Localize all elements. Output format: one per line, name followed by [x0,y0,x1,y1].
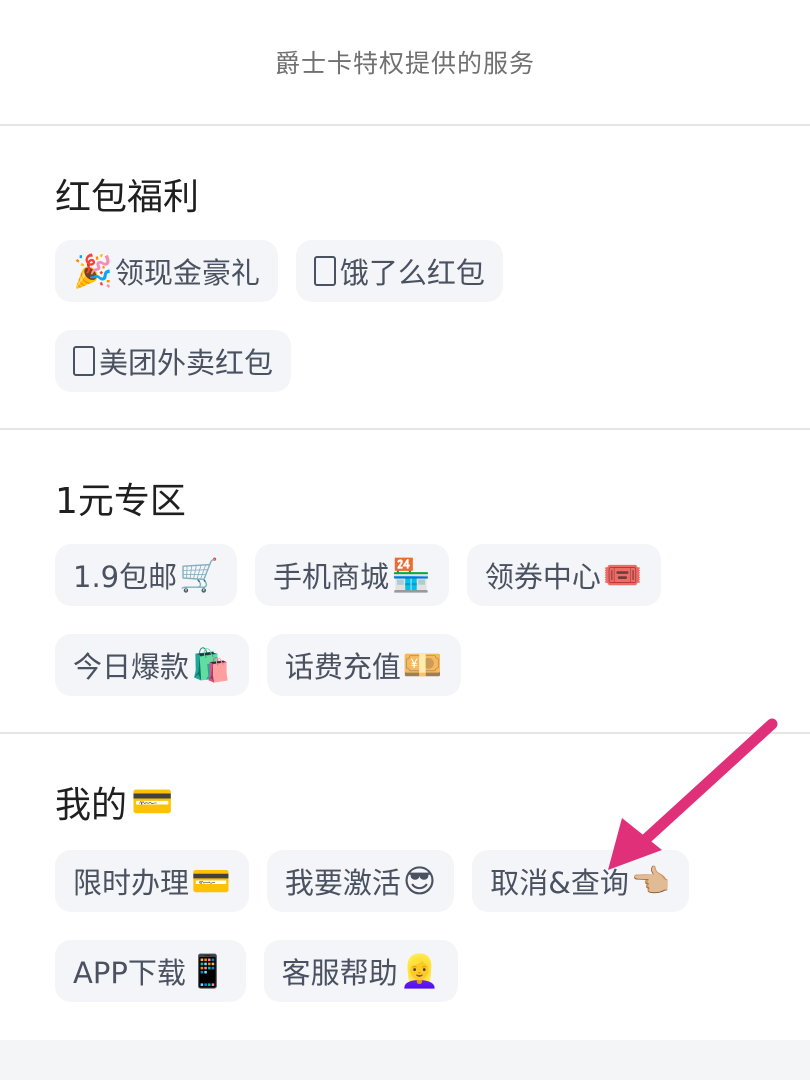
chip-group: 1.9包邮 🛒 手机商城 🏪 领券中心 🎟️ 今日爆款 🛍️ 话费充值 💴 [55,544,770,724]
section-title-mine: 我的 💳 [55,776,173,828]
chip-coupon-center[interactable]: 领券中心 🎟️ [466,544,661,606]
chip-label: APP下载 [73,956,186,990]
chip-meituan-red-packet[interactable]: 美团外卖红包 [55,330,292,392]
chip-label: 话费充值 [284,650,401,684]
chip-phone-mall[interactable]: 手机商城 🏪 [254,544,449,606]
section-title-red-packet: 红包福利 [55,168,199,220]
chip-free-shipping[interactable]: 1.9包邮 🛒 [55,544,237,606]
chip-phone-recharge[interactable]: 话费充值 💴 [266,634,461,696]
missing-glyph-icon [313,256,336,286]
chip-group: 🎉 领现金豪礼 饿了么红包 美团外卖红包 [55,240,770,420]
chip-label: 手机商城 [272,560,389,594]
section-red-packet: 红包福利 🎉 领现金豪礼 饿了么红包 美团外卖红包 [0,126,810,428]
chip-label: 领现金豪礼 [114,256,260,290]
chip-label: 限时办理 [73,866,190,900]
blonde-woman-icon: 👱‍♀️ [399,952,440,990]
yen-banknote-icon: 💴 [402,646,443,684]
header-title: 爵士卡特权提供的服务 [274,49,535,78]
convenience-store-icon: 🏪 [390,556,431,594]
chip-label: 美团外卖红包 [99,346,274,380]
section-title-text: 红包福利 [55,177,200,218]
section-title-text: 我的 [55,785,128,826]
mobile-phone-icon: 📱 [187,952,228,990]
party-popper-icon: 🎉 [73,252,113,290]
chip-activate[interactable]: 我要激活 😎 [266,850,455,912]
chip-label: 饿了么红包 [339,256,485,290]
annotation-arrow-icon [608,718,778,870]
credit-card-icon: 💳 [131,782,174,822]
shopping-cart-icon: 🛒 [179,556,219,594]
chip-customer-help[interactable]: 客服帮助 👱‍♀️ [263,940,458,1002]
section-one-yuan: 1元专区 1.9包邮 🛒 手机商城 🏪 领券中心 🎟️ 今日爆款 🛍️ 话费充值 [0,430,810,732]
chip-label: 1.9包邮 [73,560,178,594]
page-header: 爵士卡特权提供的服务 [0,0,810,124]
section-title-one-yuan: 1元专区 [55,472,186,524]
shopping-bags-icon: 🛍️ [191,646,231,684]
chip-hot-deals[interactable]: 今日爆款 🛍️ [55,634,249,696]
section-title-text: 1元专区 [55,481,186,522]
chip-cash-gift[interactable]: 🎉 领现金豪礼 [55,240,278,302]
sunglasses-face-icon: 😎 [402,862,437,900]
ticket-icon: 🎟️ [602,556,643,594]
bottom-strip [0,1040,810,1080]
chip-label: 客服帮助 [281,956,398,990]
credit-card-icon: 💳 [191,862,231,900]
chip-label: 我要激活 [284,866,401,900]
chip-label: 领券中心 [484,560,601,594]
chip-limited-apply[interactable]: 限时办理 💳 [55,850,249,912]
chip-app-download[interactable]: APP下载 📱 [55,940,246,1002]
chip-label: 今日爆款 [73,650,190,684]
missing-glyph-icon [73,346,95,376]
chip-eleme-red-packet[interactable]: 饿了么红包 [295,240,503,302]
